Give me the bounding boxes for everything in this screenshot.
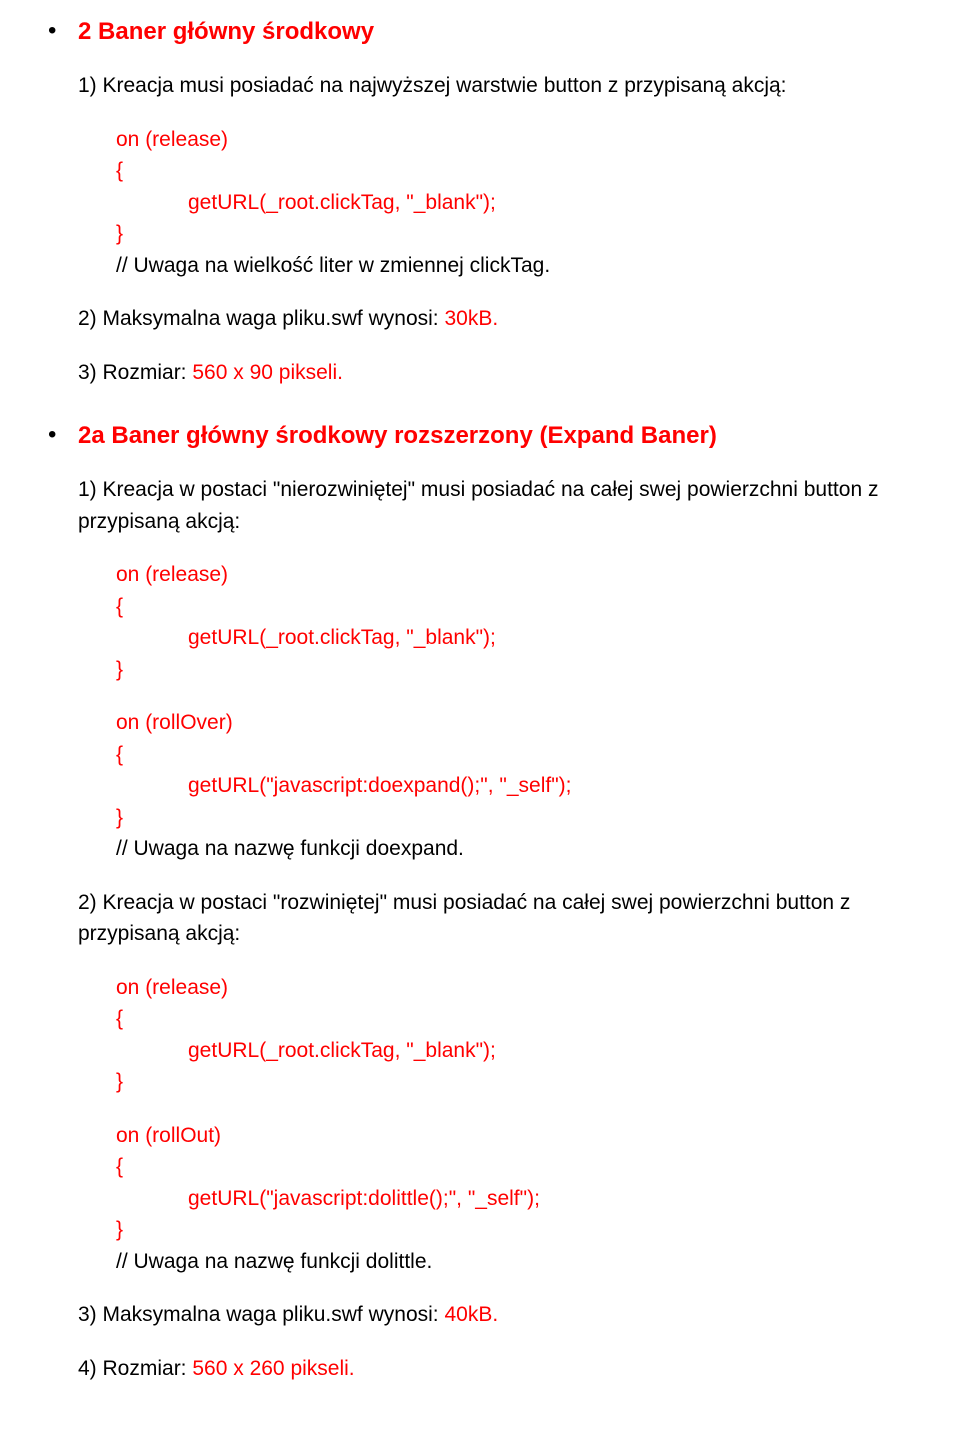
bullet-icon: • (48, 14, 78, 410)
code-line: on (rollOver) (78, 707, 912, 739)
code-line: on (release) (78, 972, 912, 1004)
section-2-p3: 3) Maksymalna waga pliku.swf wynosi: 40k… (78, 1299, 912, 1331)
code-line: { (78, 155, 912, 187)
code-line: on (release) (78, 124, 912, 156)
section-2-heading: 2a Baner główny środkowy rozszerzony (Ex… (78, 418, 912, 454)
code-line: on (release) (78, 559, 912, 591)
code-line: } (78, 1066, 912, 1098)
section-2: • 2a Baner główny środkowy rozszerzony (… (48, 418, 912, 1406)
code-line: getURL("javascript:doexpand();", "_self"… (78, 770, 912, 802)
code-line: getURL("javascript:dolittle();", "_self"… (78, 1183, 912, 1215)
text-part: 3) Rozmiar: (78, 361, 192, 384)
text-part: 3) Maksymalna waga pliku.swf wynosi: (78, 1303, 444, 1326)
section-1-p3: 3) Rozmiar: 560 x 90 pikseli. (78, 357, 912, 389)
section-2-p2: 2) Kreacja w postaci "rozwiniętej" musi … (78, 887, 912, 950)
text-value-red: 560 x 90 pikseli. (192, 361, 343, 384)
text-part: 2) Maksymalna waga pliku.swf wynosi: (78, 307, 444, 330)
section-1-code-1: on (release) { getURL(_root.clickTag, "_… (78, 124, 912, 282)
section-2-code-1: on (release) { getURL(_root.clickTag, "_… (78, 559, 912, 685)
code-line: } (78, 218, 912, 250)
text-value-red: 40kB. (444, 1303, 498, 1326)
bullet-icon: • (48, 418, 78, 1406)
code-comment: // Uwaga na wielkość liter w zmiennej cl… (78, 250, 912, 282)
code-comment: // Uwaga na nazwę funkcji dolittle. (78, 1246, 912, 1278)
text-value-red: 560 x 260 pikseli. (192, 1357, 354, 1380)
code-line: getURL(_root.clickTag, "_blank"); (78, 187, 912, 219)
section-2-p1: 1) Kreacja w postaci "nierozwiniętej" mu… (78, 474, 912, 537)
code-line: } (78, 654, 912, 686)
code-line: } (78, 1214, 912, 1246)
section-1-p1: 1) Kreacja musi posiadać na najwyższej w… (78, 70, 912, 102)
section-1-p2: 2) Maksymalna waga pliku.swf wynosi: 30k… (78, 303, 912, 335)
code-line: { (78, 1003, 912, 1035)
code-line: { (78, 1151, 912, 1183)
code-line: } (78, 802, 912, 834)
section-2-code-4: on (rollOut) { getURL("javascript:dolitt… (78, 1120, 912, 1278)
code-line: on (rollOut) (78, 1120, 912, 1152)
section-2-code-2: on (rollOver) { getURL("javascript:doexp… (78, 707, 912, 865)
section-1-heading: 2 Baner główny środkowy (78, 14, 912, 50)
text-value-red: 30kB. (444, 307, 498, 330)
code-line: { (78, 739, 912, 771)
document-page: • 2 Baner główny środkowy 1) Kreacja mus… (0, 0, 960, 1454)
code-line: getURL(_root.clickTag, "_blank"); (78, 622, 912, 654)
section-2-p4: 4) Rozmiar: 560 x 260 pikseli. (78, 1353, 912, 1385)
code-line: getURL(_root.clickTag, "_blank"); (78, 1035, 912, 1067)
section-2-content: 2a Baner główny środkowy rozszerzony (Ex… (78, 418, 912, 1406)
code-line: { (78, 591, 912, 623)
section-1-content: 2 Baner główny środkowy 1) Kreacja musi … (78, 14, 912, 410)
section-1: • 2 Baner główny środkowy 1) Kreacja mus… (48, 14, 912, 410)
text-part: 4) Rozmiar: (78, 1357, 192, 1380)
section-2-code-3: on (release) { getURL(_root.clickTag, "_… (78, 972, 912, 1098)
code-comment: // Uwaga na nazwę funkcji doexpand. (78, 833, 912, 865)
